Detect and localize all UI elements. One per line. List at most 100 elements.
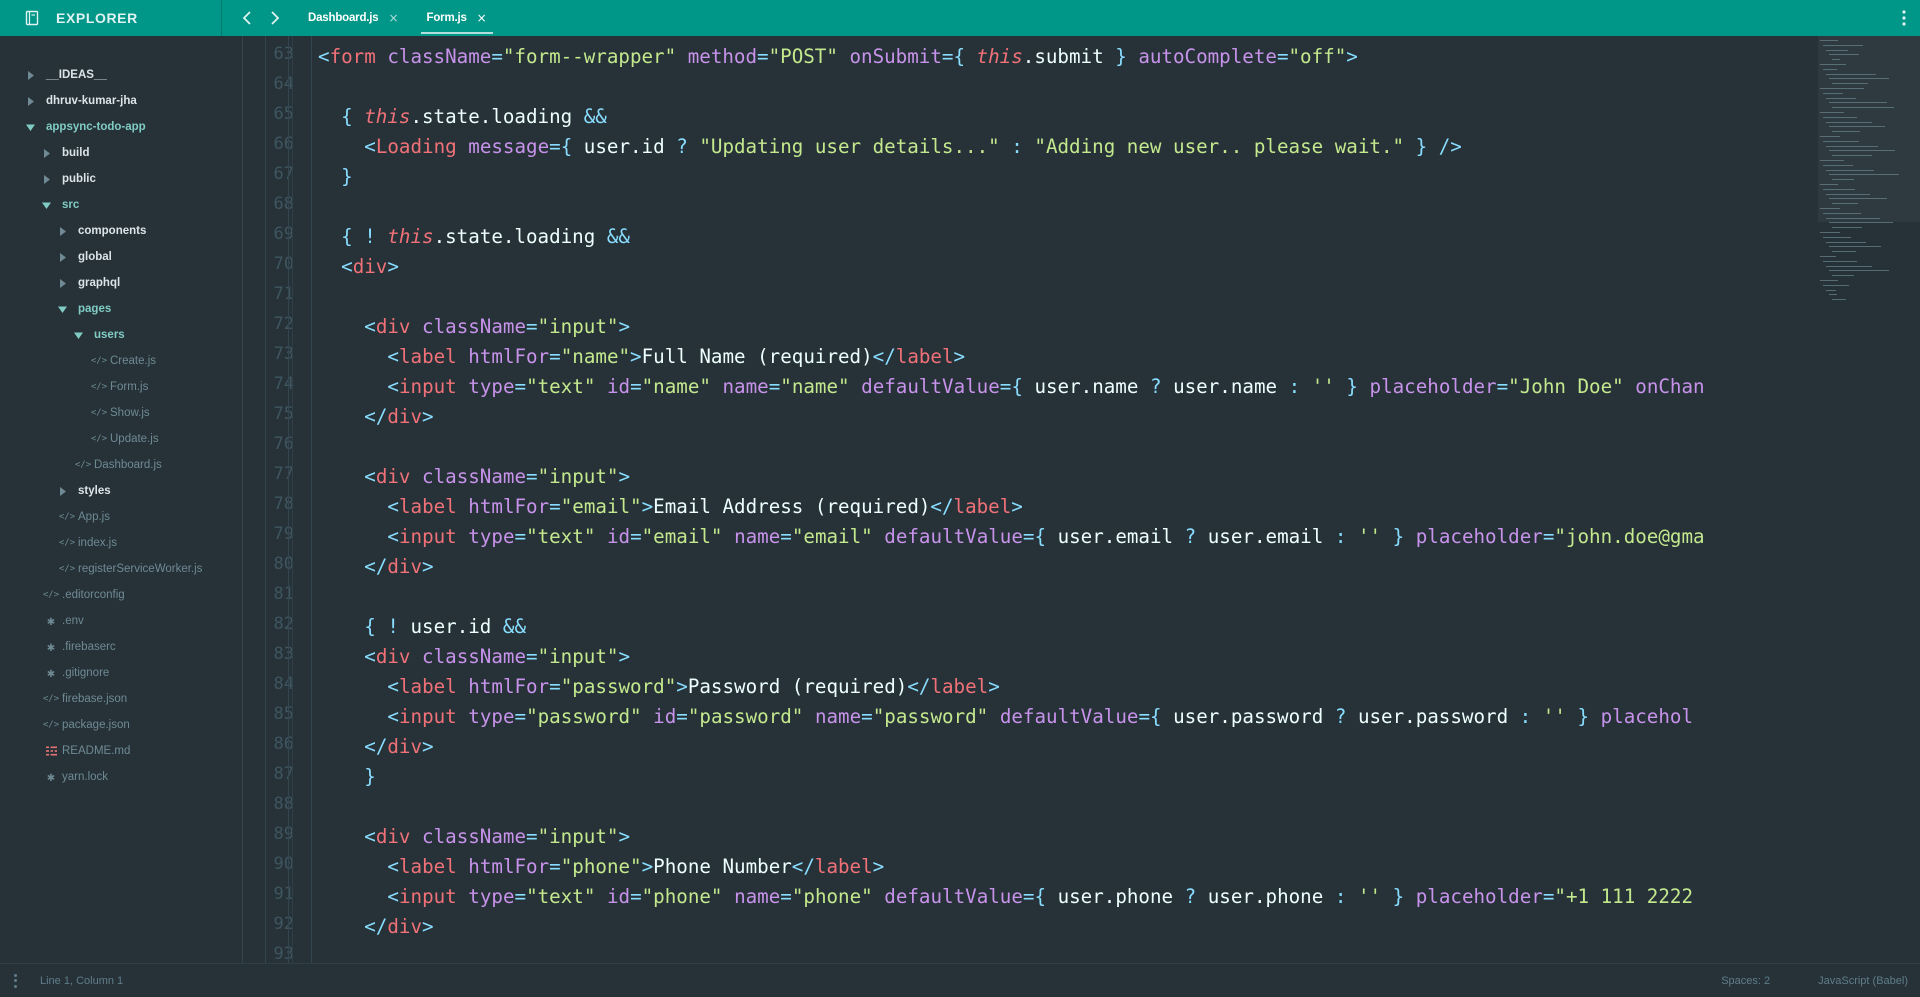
code-token: div [387,915,423,938]
code-line[interactable]: <div className="input"> [364,642,630,672]
code-token: "email" [791,525,873,548]
code-line[interactable]: <input type="text" id="name" name="name"… [387,372,1704,402]
code-line[interactable]: <input type="text" id="email" name="emai… [387,522,1704,552]
code-file-icon: </> [90,356,108,366]
code-token: : [1288,375,1301,398]
code-token: className [422,825,527,848]
close-icon[interactable]: × [477,12,487,24]
caret-down-icon[interactable] [26,123,42,132]
caret-down-icon[interactable] [58,305,74,314]
code-line[interactable]: <label htmlFor="name">Full Name (require… [387,342,965,372]
indentation-setting[interactable]: Spaces: 2 [1721,975,1770,987]
code-token: > [422,735,434,758]
code-token: "email" [560,495,642,518]
code-token: </ [791,855,815,878]
sidebar-item-form-js[interactable]: </> Form.js [0,374,222,400]
sidebar-item-ideas[interactable]: __IDEAS__ [0,62,222,88]
sidebar-item-graphql[interactable]: graphql [0,270,222,296]
code-line[interactable]: <div className="input"> [364,312,630,342]
caret-right-icon[interactable] [58,278,74,288]
minimap-line [1820,256,1836,257]
sidebar-item-dhruv-kumar-jha[interactable]: dhruv-kumar-jha [0,88,222,114]
sidebar-item-appsync-todo-app[interactable]: appsync-todo-app [0,114,222,140]
sidebar-item-public[interactable]: public [0,166,222,192]
sidebar-item-create-js[interactable]: </> Create.js [0,348,222,374]
code-line[interactable]: <div className="input"> [364,462,630,492]
sidebar-item-src[interactable]: src [0,192,222,218]
caret-down-icon[interactable] [42,201,58,210]
chevron-right-icon[interactable] [264,0,286,36]
tree-item-label: appsync-todo-app [46,121,146,133]
caret-right-icon[interactable] [26,96,42,106]
minimap-line [1820,208,1840,209]
tree-item-label: package.json [62,719,130,731]
code-line[interactable]: <input type="text" id="phone" name="phon… [387,882,1693,912]
sidebar-item-update-js[interactable]: </> Update.js [0,426,222,452]
code-line[interactable]: <label htmlFor="password">Password (requ… [387,672,999,702]
sidebar-item-package-json[interactable]: </> package.json [0,712,222,738]
tab-form-js[interactable]: Form.js × [413,0,501,36]
code-line[interactable]: </div> [364,552,433,582]
syntax-mode[interactable]: JavaScript (Babel) [1818,975,1908,987]
sidebar-item-editorconfig[interactable]: </> .editorconfig [0,582,222,608]
code-line[interactable]: <div> [341,252,399,282]
book-icon [24,10,40,26]
chevron-left-icon[interactable] [236,0,258,36]
code-line[interactable]: <Loading message={ user.id ? "Updating u… [364,132,1462,162]
sidebar-item-env[interactable]: ✱ .env [0,608,222,634]
cursor-position[interactable]: Line 1, Column 1 [40,975,123,987]
code-line[interactable]: { ! this.state.loading && [341,222,630,252]
caret-right-icon[interactable] [42,174,58,184]
close-icon[interactable]: × [388,12,398,24]
sidebar-item-pages[interactable]: pages [0,296,222,322]
sidebar-item-gitignore[interactable]: ✱ .gitignore [0,660,222,686]
code-line[interactable]: </div> [364,732,433,762]
sidebar-item-show-js[interactable]: </> Show.js [0,400,222,426]
sidebar-item-readme-md[interactable]: README.md [0,738,222,764]
grip-icon[interactable] [14,973,18,988]
more-vertical-icon[interactable] [1902,0,1906,36]
code-line[interactable]: <div className="input"> [364,822,630,852]
sidebar-item-registerserviceworker-js[interactable]: </> registerServiceWorker.js [0,556,222,582]
code-line[interactable]: </div> [364,402,433,432]
explorer-header[interactable]: EXPLORER [0,0,222,36]
code-editor[interactable]: 6263646566676869707172737475767778798081… [222,36,1820,963]
sidebar-item-index-js[interactable]: </> index.js [0,530,222,556]
sidebar-item-users[interactable]: users [0,322,222,348]
tree-item-label: .editorconfig [62,589,125,601]
code-line[interactable]: } [341,162,353,192]
minimap[interactable] [1818,36,1920,963]
caret-right-icon[interactable] [42,148,58,158]
code-line[interactable]: { this.state.loading && [341,102,607,132]
sidebar-item-build[interactable]: build [0,140,222,166]
code-token: "password" [872,705,989,728]
code-line[interactable]: <label htmlFor="phone">Phone Number</lab… [387,852,884,882]
code-token: = [1276,45,1289,68]
sidebar-item-global[interactable]: global [0,244,222,270]
code-line[interactable]: } [364,762,376,792]
caret-right-icon[interactable] [58,226,74,236]
code-line[interactable]: <input type="password" id="password" nam… [387,702,1693,732]
code-line[interactable]: { ! user.id && [364,612,526,642]
caret-down-icon[interactable] [74,331,90,340]
sidebar-item-dashboard-js[interactable]: </> Dashboard.js [0,452,222,478]
caret-right-icon[interactable] [58,252,74,262]
sidebar-item-firebaserc[interactable]: ✱ .firebaserc [0,634,222,660]
code-token: > [641,855,654,878]
sidebar-item-components[interactable]: components [0,218,222,244]
code-area[interactable]: <form className="form--wrapper" method="… [318,36,1820,963]
caret-right-icon[interactable] [58,486,74,496]
sidebar-item-app-js[interactable]: </> App.js [0,504,222,530]
code-token: this [976,45,1023,68]
sidebar-item-firebase-json[interactable]: </> firebase.json [0,686,222,712]
tab-dashboard-js[interactable]: Dashboard.js × [294,0,413,36]
sidebar-item-styles[interactable]: styles [0,478,222,504]
code-line[interactable]: <form className="form--wrapper" method="… [318,42,1358,72]
code-token: } [1346,375,1358,398]
sidebar-item-yarn-lock[interactable]: ✱ yarn.lock [0,764,222,790]
code-line[interactable]: </div> [364,912,433,942]
code-token: < [387,675,399,698]
caret-right-icon[interactable] [26,70,42,80]
code-line[interactable]: <label htmlFor="email">Email Address (re… [387,492,1022,522]
